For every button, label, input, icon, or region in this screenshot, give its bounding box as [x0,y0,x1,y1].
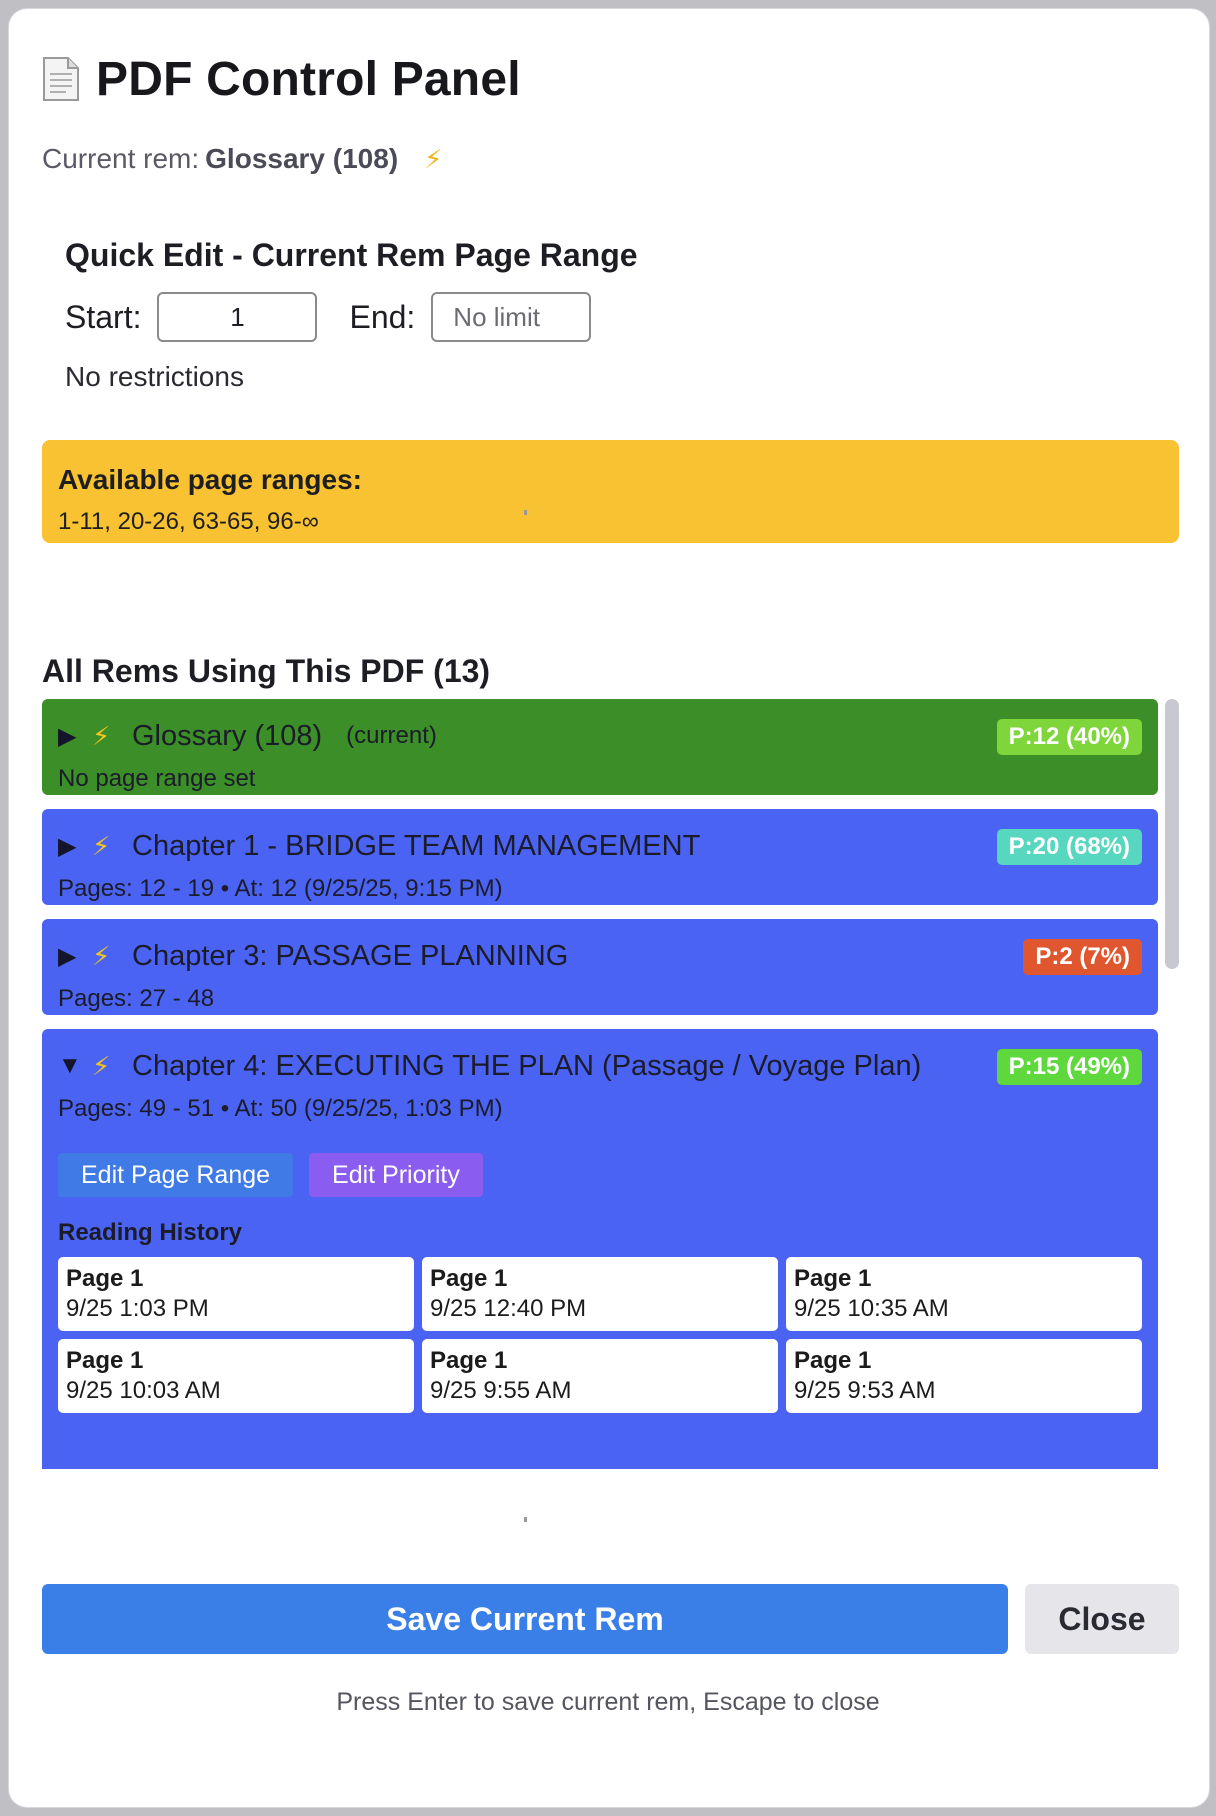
rem-name[interactable]: Chapter 3: PASSAGE PLANNING [132,940,568,973]
history-item[interactable]: Page 1 9/25 10:03 AM [58,1339,414,1413]
history-item[interactable]: Page 1 9/25 9:53 AM [786,1339,1142,1413]
rems-list-title: All Rems Using This PDF (13) [42,653,491,689]
start-page-input[interactable] [157,292,318,342]
lightning-icon[interactable]: ⚡ [92,1051,132,1082]
rem-card-header: ▶ ⚡ Chapter 1 - BRIDGE TEAM MANAGEMENT P… [58,827,1142,865]
available-ranges-value: 1-11, 20-26, 63-65, 96-∞ [58,508,319,535]
expand-icon[interactable]: ▶ [58,832,92,861]
history-time: 9/25 12:40 PM [430,1295,587,1322]
expand-icon[interactable]: ▶ [58,942,92,971]
rem-card-header: ▼ ⚡ Chapter 4: EXECUTING THE PLAN (Passa… [58,1047,1142,1085]
rem-page-info: Pages: 12 - 19 • At: 12 (9/25/25, 9:15 P… [58,875,503,902]
restriction-status: No restrictions [65,361,244,392]
lightning-icon[interactable]: ⚡ [424,144,442,175]
rem-card-header: ▶ ⚡ Glossary (108) (current) P:12 (40%) [58,717,1142,755]
history-time: 9/25 9:53 AM [794,1377,936,1404]
rem-card-chapter-1[interactable]: ▶ ⚡ Chapter 1 - BRIDGE TEAM MANAGEMENT P… [42,809,1158,905]
rem-card-chapter-4[interactable]: ▼ ⚡ Chapter 4: EXECUTING THE PLAN (Passa… [42,1029,1158,1469]
rem-page-info: Pages: 49 - 51 • At: 50 (9/25/25, 1:03 P… [58,1095,503,1122]
history-page: Page 1 [430,1265,508,1292]
pdf-control-panel: PDF Control Panel Current rem: Glossary … [9,9,1209,1807]
lightning-icon[interactable]: ⚡ [92,831,132,862]
page-title: PDF Control Panel [96,52,521,106]
start-label: Start: [65,298,142,335]
reading-history-grid: Page 1 9/25 1:03 PM Page 1 9/25 12:40 PM… [58,1257,1142,1413]
keyboard-hint: Press Enter to save current rem, Escape … [336,1688,880,1716]
save-current-rem-button[interactable]: Save Current Rem [42,1584,1008,1654]
history-page: Page 1 [66,1347,144,1374]
document-icon [42,56,80,102]
rem-card-glossary[interactable]: ▶ ⚡ Glossary (108) (current) P:12 (40%) … [42,699,1158,795]
rem-page-info: Pages: 27 - 48 [58,985,215,1012]
history-time: 9/25 1:03 PM [66,1295,209,1322]
rem-card-chapter-3[interactable]: ▶ ⚡ Chapter 3: PASSAGE PLANNING P:2 (7%)… [42,919,1158,1015]
current-rem-value: Glossary (108) [205,143,399,174]
rem-name[interactable]: Glossary (108) [132,720,322,753]
reading-history-title: Reading History [58,1219,243,1246]
edit-page-range-button[interactable]: Edit Page Range [58,1153,294,1197]
end-label: End: [349,298,416,335]
history-time: 9/25 10:35 AM [794,1295,949,1322]
rem-page-info: No page range set [58,765,256,792]
quick-edit-title: Quick Edit - Current Rem Page Range [65,237,638,273]
history-page: Page 1 [66,1265,144,1292]
history-item[interactable]: Page 1 9/25 10:35 AM [786,1257,1142,1331]
available-ranges-title: Available page ranges: [58,464,362,495]
rem-card-header: ▶ ⚡ Chapter 3: PASSAGE PLANNING P:2 (7%) [58,937,1142,975]
divider-mark [524,510,527,515]
rem-name[interactable]: Chapter 4: EXECUTING THE PLAN (Passage /… [132,1050,921,1083]
close-button[interactable]: Close [1025,1584,1179,1654]
history-item[interactable]: Page 1 9/25 9:55 AM [422,1339,778,1413]
history-item[interactable]: Page 1 9/25 1:03 PM [58,1257,414,1331]
history-page: Page 1 [430,1347,508,1374]
divider-mark [524,1517,527,1522]
lightning-icon[interactable]: ⚡ [92,941,132,972]
priority-badge: P:15 (49%) [996,1049,1142,1085]
history-item[interactable]: Page 1 9/25 12:40 PM [422,1257,778,1331]
rem-actions: Edit Page Range Edit Priority [58,1153,1142,1197]
rems-list[interactable]: ▶ ⚡ Glossary (108) (current) P:12 (40%) … [42,699,1192,1469]
history-page: Page 1 [794,1265,872,1292]
lightning-icon[interactable]: ⚡ [92,721,132,752]
collapse-icon[interactable]: ▼ [58,1052,92,1080]
end-page-input[interactable] [431,292,592,342]
list-scrollbar[interactable] [1165,699,1179,969]
priority-badge: P:2 (7%) [1023,939,1142,975]
available-ranges-box: Available page ranges: 1-11, 20-26, 63-6… [42,440,1179,543]
history-time: 9/25 9:55 AM [430,1377,572,1404]
expand-icon[interactable]: ▶ [58,722,92,751]
current-rem-info: Current rem: Glossary (108) ⚡ [42,143,442,175]
current-tag: (current) [346,722,437,749]
edit-priority-button[interactable]: Edit Priority [309,1153,483,1197]
rem-name[interactable]: Chapter 1 - BRIDGE TEAM MANAGEMENT [132,830,700,863]
current-rem-label: Current rem: [42,143,200,174]
page-range-row: Start: End: [65,292,592,342]
history-time: 9/25 10:03 AM [66,1377,221,1404]
priority-badge: P:12 (40%) [996,719,1142,755]
history-page: Page 1 [794,1347,872,1374]
priority-badge: P:20 (68%) [996,829,1142,865]
panel-header: PDF Control Panel [42,49,521,109]
